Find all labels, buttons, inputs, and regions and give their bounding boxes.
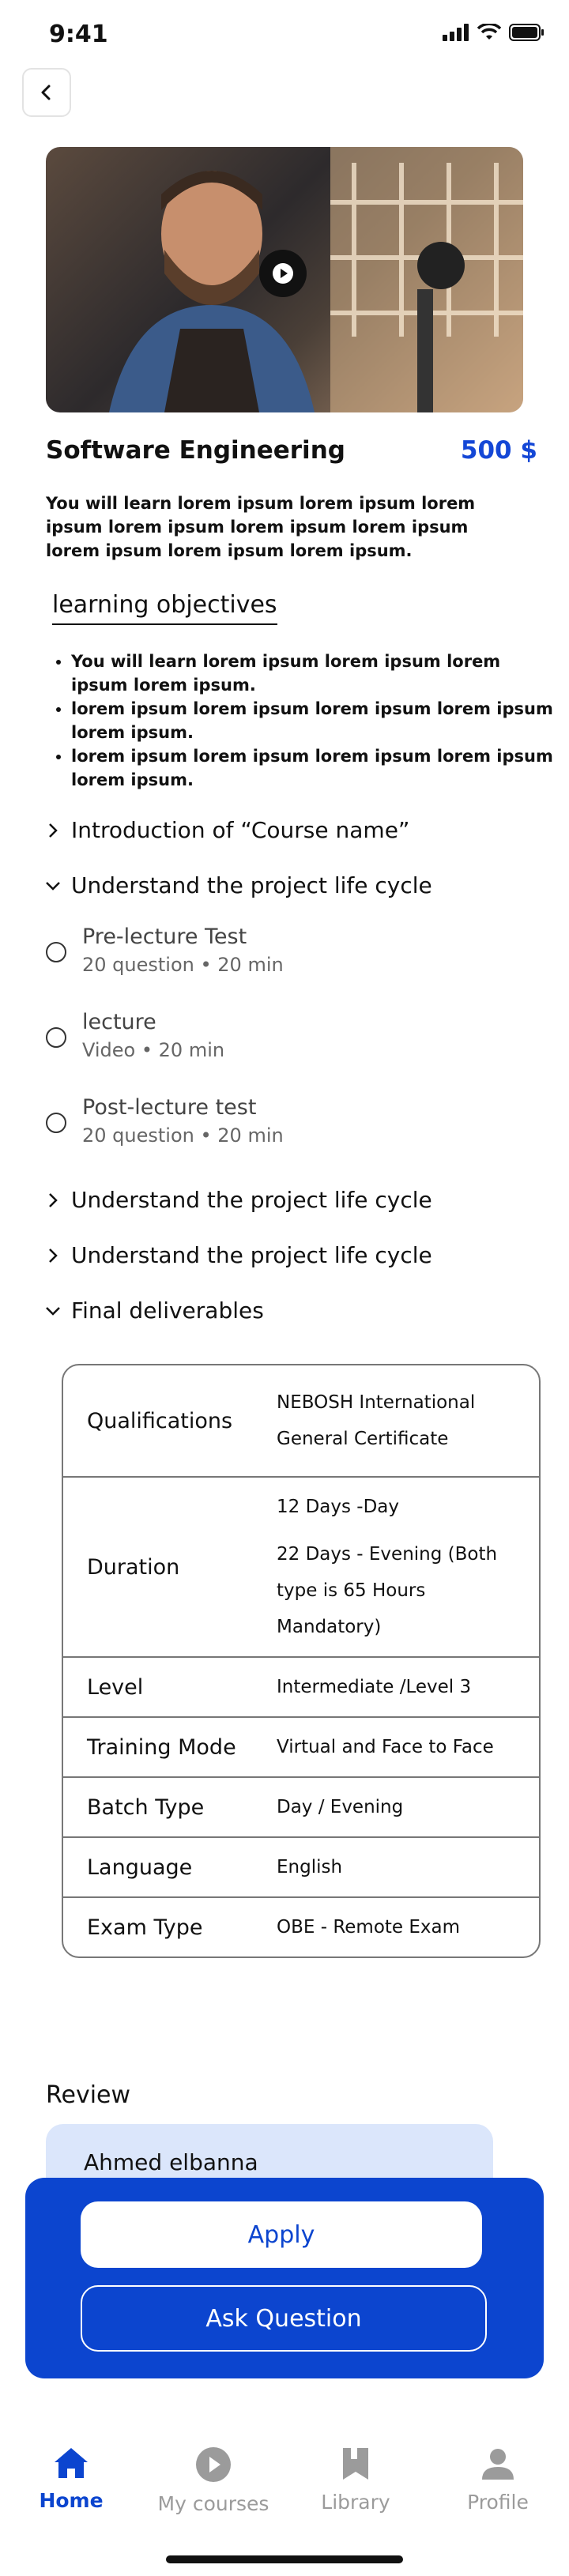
wifi-icon: [477, 24, 501, 40]
nav-label: Profile: [467, 2491, 529, 2514]
nav-item-my-courses[interactable]: My courses: [142, 2434, 284, 2529]
lesson-radio[interactable]: [46, 1027, 66, 1048]
info-row-language: Language English: [63, 1838, 539, 1898]
section-intro[interactable]: Introduction of “Course name”: [44, 817, 409, 843]
info-value: Day / Evening: [277, 1797, 404, 1817]
home-icon: [55, 2448, 88, 2478]
lesson-meta: Video • 20 min: [82, 1039, 225, 1061]
info-label: Qualifications: [87, 1408, 233, 1433]
lesson-item[interactable]: Pre-lecture Test 20 question • 20 min: [46, 925, 284, 976]
battery-icon: [509, 24, 544, 41]
nav-label: Home: [39, 2489, 104, 2512]
course-price: 500 $: [460, 436, 537, 465]
course-info-table: Qualifications NEBOSH International Gene…: [62, 1364, 541, 1958]
section-life-cycle-2[interactable]: Understand the project life cycle: [44, 1187, 432, 1213]
objectives-list: You will learn lorem ipsum lorem ipsum l…: [46, 650, 553, 792]
nav-label: Library: [321, 2491, 390, 2514]
chevron-left-icon: [41, 85, 51, 100]
section-final-deliverables[interactable]: Final deliverables: [44, 1297, 264, 1324]
status-icons: [443, 24, 544, 41]
info-value: 12 Days -Day: [277, 1497, 400, 1517]
info-label: Language: [87, 1855, 193, 1880]
back-button[interactable]: [22, 68, 71, 117]
status-time: 9:41: [49, 21, 108, 48]
chevron-down-icon: [46, 1306, 60, 1316]
objective-item: lorem ipsum lorem ipsum lorem ipsum lore…: [71, 697, 553, 744]
nav-item-home[interactable]: Home: [0, 2434, 142, 2529]
lesson-meta: 20 question • 20 min: [82, 1124, 284, 1147]
nav-label: My courses: [157, 2492, 269, 2515]
info-row-batch-type: Batch Type Day / Evening: [63, 1778, 539, 1838]
play-icon: [196, 2447, 231, 2482]
info-row-exam-type: Exam Type OBE - Remote Exam: [63, 1898, 539, 1956]
info-row-training-mode: Training Mode Virtual and Face to Face: [63, 1718, 539, 1778]
info-value: 22 Days - Evening (Both type is 65 Hours…: [277, 1544, 498, 1637]
info-value: English: [277, 1857, 343, 1877]
info-label: Batch Type: [87, 1795, 205, 1820]
chevron-right-icon: [49, 823, 58, 838]
info-label: Duration: [87, 1554, 180, 1580]
objective-item: lorem ipsum lorem ipsum lorem ipsum lore…: [71, 744, 553, 792]
lesson-title: lecture: [82, 1010, 156, 1034]
info-label: Exam Type: [87, 1915, 203, 1940]
info-value: OBE - Remote Exam: [277, 1917, 461, 1938]
info-value: Intermediate /Level 3: [277, 1677, 472, 1697]
info-value: Virtual and Face to Face: [277, 1737, 494, 1757]
lesson-meta: 20 question • 20 min: [82, 954, 284, 976]
lesson-radio[interactable]: [46, 1113, 66, 1133]
section-label: Final deliverables: [71, 1297, 264, 1324]
lesson-item[interactable]: lecture Video • 20 min: [46, 1010, 224, 1061]
section-label: Understand the project life cycle: [71, 1187, 432, 1213]
info-row-qualifications: Qualifications NEBOSH International Gene…: [63, 1365, 539, 1478]
lesson-radio[interactable]: [46, 942, 66, 962]
user-icon: [482, 2449, 514, 2480]
info-row-duration: Duration 12 Days -Day 22 Days - Evening …: [63, 1478, 539, 1658]
play-button[interactable]: [259, 250, 307, 297]
bottom-nav: Home My courses Library Profile: [0, 2434, 569, 2529]
home-indicator: [166, 2555, 403, 2563]
signal-icon: [443, 24, 469, 41]
chevron-right-icon: [49, 1248, 58, 1263]
bookmark-icon: [343, 2448, 368, 2480]
info-label: Training Mode: [87, 1734, 236, 1760]
section-label: Understand the project life cycle: [71, 872, 432, 898]
objective-item: You will learn lorem ipsum lorem ipsum l…: [71, 650, 553, 697]
nav-item-library[interactable]: Library: [284, 2434, 427, 2529]
chevron-down-icon: [46, 881, 60, 891]
lesson-item[interactable]: Post-lecture test 20 question • 20 min: [46, 1095, 284, 1147]
info-value: NEBOSH International General Certificate: [277, 1392, 476, 1449]
section-life-cycle-3[interactable]: Understand the project life cycle: [44, 1242, 432, 1268]
ask-question-button[interactable]: Ask Question: [81, 2285, 487, 2352]
course-title: Software Engineering: [46, 436, 345, 465]
info-row-level: Level Intermediate /Level 3: [63, 1658, 539, 1718]
info-label: Level: [87, 1674, 144, 1700]
section-label: Understand the project life cycle: [71, 1242, 432, 1268]
objectives-heading: learning objectives: [52, 591, 277, 625]
lesson-title: Post-lecture test: [82, 1095, 257, 1120]
review-author: Ahmed elbanna: [84, 2149, 258, 2175]
section-label: Introduction of “Course name”: [71, 817, 410, 843]
nav-item-profile[interactable]: Profile: [427, 2434, 569, 2529]
play-icon: [273, 263, 293, 284]
section-life-cycle-open[interactable]: Understand the project life cycle: [44, 872, 432, 898]
apply-button[interactable]: Apply: [81, 2201, 482, 2268]
lesson-title: Pre-lecture Test: [82, 925, 247, 949]
course-description: You will learn lorem ipsum lorem ipsum l…: [46, 494, 476, 560]
chevron-right-icon: [49, 1192, 58, 1207]
review-heading: Review: [46, 2081, 131, 2109]
